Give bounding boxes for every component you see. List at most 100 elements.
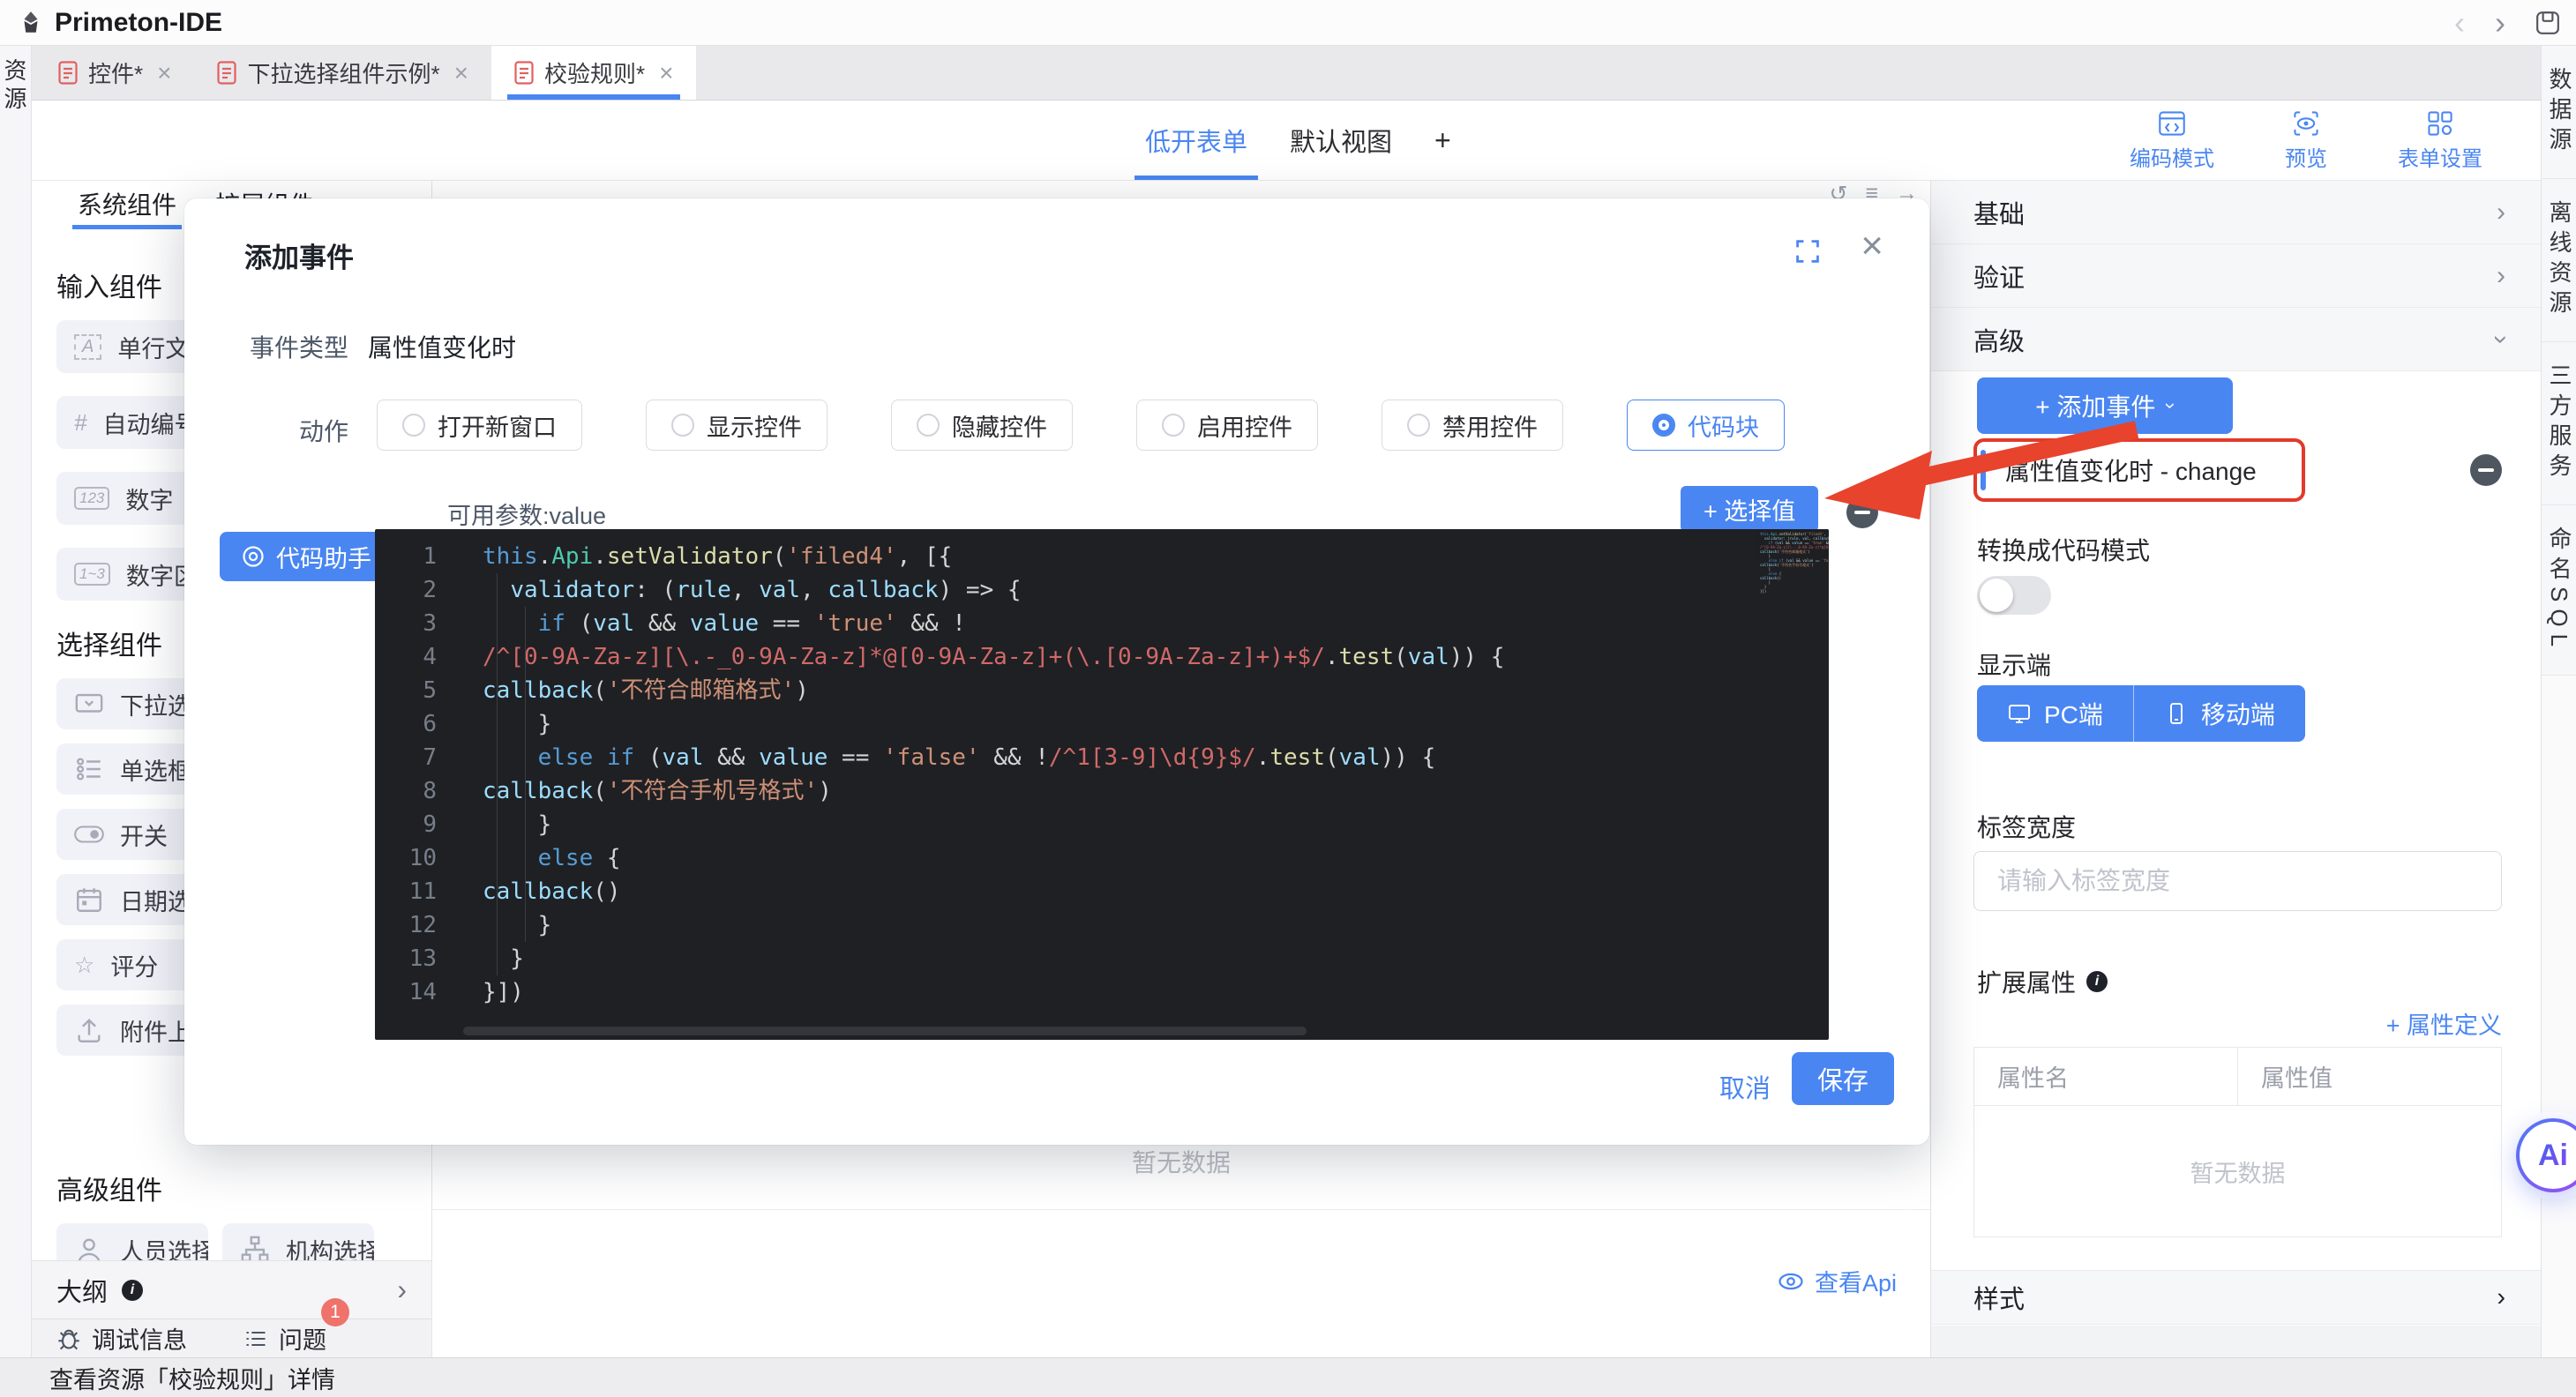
ext-attr-label: 扩展属性 i xyxy=(1977,964,2108,999)
mobile-side-button[interactable]: 移动端 xyxy=(2132,685,2305,742)
nav-back-icon[interactable]: ‹ xyxy=(2454,7,2465,39)
available-params-label: 可用参数:value xyxy=(447,503,607,529)
tool-form-settings[interactable]: 表单设置 xyxy=(2398,109,2482,172)
sidebar-item-label: 开关 xyxy=(120,823,168,850)
code-mode-toggle[interactable] xyxy=(1977,576,2051,615)
nav-forward-icon[interactable]: › xyxy=(2495,7,2505,39)
issues-count-badge: 1 xyxy=(321,1298,349,1326)
line-number: 4 xyxy=(423,644,437,670)
resource-strip-tab[interactable]: 离线资源 xyxy=(2542,179,2576,342)
section-basic[interactable]: 基础 › xyxy=(1931,181,2541,244)
pc-side-button[interactable]: PC端 xyxy=(1977,685,2133,742)
panel-footer xyxy=(1931,1326,2541,1357)
attr-name-header: 属性名 xyxy=(1997,1065,2069,1092)
view-api-link[interactable]: 查看Api xyxy=(1778,1264,1897,1298)
status-bar: 查看资源「校验规则」详情 xyxy=(0,1357,2576,1397)
close-icon[interactable]: × xyxy=(1861,227,1883,265)
tab-close-icon[interactable]: × xyxy=(454,59,468,87)
toggle-icon xyxy=(74,819,104,849)
tab-close-icon[interactable]: × xyxy=(659,59,673,87)
resource-strip-tab[interactable]: 三方服务 xyxy=(2542,342,2576,505)
section-advanced[interactable]: 高级 › xyxy=(1931,308,2541,371)
action-option[interactable]: 禁用控件 xyxy=(1382,400,1563,451)
code-text: validator: (rule, val, callback) => { xyxy=(510,577,1022,603)
select-value-button[interactable]: + 选择值 xyxy=(1681,486,1819,532)
code-line: 3 if (val && value == 'true' && ! xyxy=(375,607,1829,640)
chevron-right-icon: › xyxy=(2497,260,2505,290)
remove-action-icon[interactable] xyxy=(1846,497,1878,528)
action-option-label: 代码块 xyxy=(1688,414,1759,441)
editor-tab-label: 控件* xyxy=(88,61,144,87)
editor-hscrollbar[interactable] xyxy=(463,1027,1307,1035)
input-a-icon: A xyxy=(74,333,102,360)
cancel-button[interactable]: 取消 xyxy=(1719,1068,1771,1105)
resource-strip-tab[interactable]: 数据源 xyxy=(2542,46,2576,179)
action-option[interactable]: 打开新窗口 xyxy=(377,400,582,451)
sidebar-tab-system[interactable]: 系统组件 xyxy=(71,183,183,232)
resource-strip-tab[interactable]: 命名SQL xyxy=(2542,505,2576,676)
editor-tab[interactable]: 下拉选择组件示例* × xyxy=(194,46,490,100)
editor-tab[interactable]: 校验规则* × xyxy=(490,46,697,100)
section-validation[interactable]: 验证 › xyxy=(1931,244,2541,308)
tool-eye-scan[interactable]: 预览 xyxy=(2285,109,2327,172)
radio-list-icon xyxy=(74,754,104,784)
fullscreen-icon[interactable] xyxy=(1793,237,1822,270)
display-side-label: 显示端 xyxy=(1977,652,2052,679)
tool-label: 预览 xyxy=(2285,147,2327,171)
action-options: 打开新窗口 显示控件 隐藏控件 启用控件 禁用控件 代码块 xyxy=(377,400,1785,451)
view-tab[interactable]: 默认视图 xyxy=(1290,101,1392,180)
code-text: callback() xyxy=(483,878,621,905)
action-option[interactable]: 启用控件 xyxy=(1136,400,1318,451)
chevron-right-icon: › xyxy=(397,1274,407,1305)
label-width-input[interactable] xyxy=(1973,851,2502,911)
issues-button[interactable]: 问题 1 xyxy=(243,1298,349,1356)
code-line: 4 /^[0-9A-Za-z][\.-_0-9A-Za-z]*@[0-9A-Za-… xyxy=(375,640,1829,674)
view-tab[interactable]: 低开表单 xyxy=(1134,101,1259,180)
editor-minimap[interactable]: this.Api.setValidator('filed4', [{ valid… xyxy=(1756,529,1829,661)
list-icon xyxy=(246,1331,266,1346)
line-number: 5 xyxy=(423,677,437,704)
primeton-ide-window: Primeton-IDE ‹ › 资源 控件* × 下拉选择组件示例* × 校验规则* ×… xyxy=(0,0,2576,1397)
line-number: 11 xyxy=(408,878,437,905)
tab-close-icon[interactable]: × xyxy=(157,59,171,87)
sidebar-item-label: 数字 xyxy=(125,487,174,514)
line-number: 3 xyxy=(423,610,437,637)
radio-icon xyxy=(402,414,425,437)
canvas-divider xyxy=(432,1209,1930,1210)
action-option[interactable]: 显示控件 xyxy=(646,400,827,451)
form-settings-icon xyxy=(2426,109,2454,138)
action-option[interactable]: 隐藏控件 xyxy=(891,400,1073,451)
line-number: 9 xyxy=(423,811,437,838)
add-event-button[interactable]: + 添加事件 › xyxy=(1977,377,2233,434)
save-button[interactable]: 保存 xyxy=(1792,1052,1894,1105)
line-number: 10 xyxy=(408,845,437,871)
line-number: 2 xyxy=(423,577,437,603)
code-assistant-button[interactable]: 代码助手 xyxy=(220,532,393,581)
outline-bar[interactable]: 大纲 i › xyxy=(32,1260,431,1319)
save-icon[interactable] xyxy=(2535,11,2560,35)
attr-definition-link[interactable]: + 属性定义 xyxy=(2386,1006,2502,1041)
line-number: 14 xyxy=(408,979,437,1005)
event-type-label: 事件类型 xyxy=(249,334,348,362)
radio-icon xyxy=(671,414,694,437)
debug-info-button[interactable]: 调试信息 xyxy=(56,1321,187,1356)
code-text: } xyxy=(483,711,552,737)
event-item-highlighted[interactable]: 属性值变化时 - change xyxy=(1973,438,2305,502)
add-view-button[interactable]: + xyxy=(1434,124,1451,157)
sidebar-item-label: 单选框 xyxy=(120,758,191,785)
calendar-icon xyxy=(74,885,104,915)
action-option[interactable]: 代码块 xyxy=(1627,400,1785,451)
event-type-value: 属性值变化时 xyxy=(368,334,517,362)
code-line: 10 else { xyxy=(375,841,1829,875)
remove-event-icon[interactable] xyxy=(2470,454,2502,486)
section-style[interactable]: 样式 › xyxy=(1931,1270,2541,1325)
radio-icon xyxy=(1407,414,1430,437)
editor-tab[interactable]: 控件* × xyxy=(35,46,194,100)
tool-code-window[interactable]: 编码模式 xyxy=(2130,109,2214,172)
app-logo-icon xyxy=(24,11,38,33)
code-editor[interactable]: 1 this.Api.setValidator('filed4', [{2 val… xyxy=(375,529,1829,1040)
line-number: 13 xyxy=(408,945,437,972)
resource-rail[interactable]: 资源 xyxy=(0,46,32,1357)
action-option-label: 打开新窗口 xyxy=(438,414,557,441)
code-text: } xyxy=(483,912,552,938)
